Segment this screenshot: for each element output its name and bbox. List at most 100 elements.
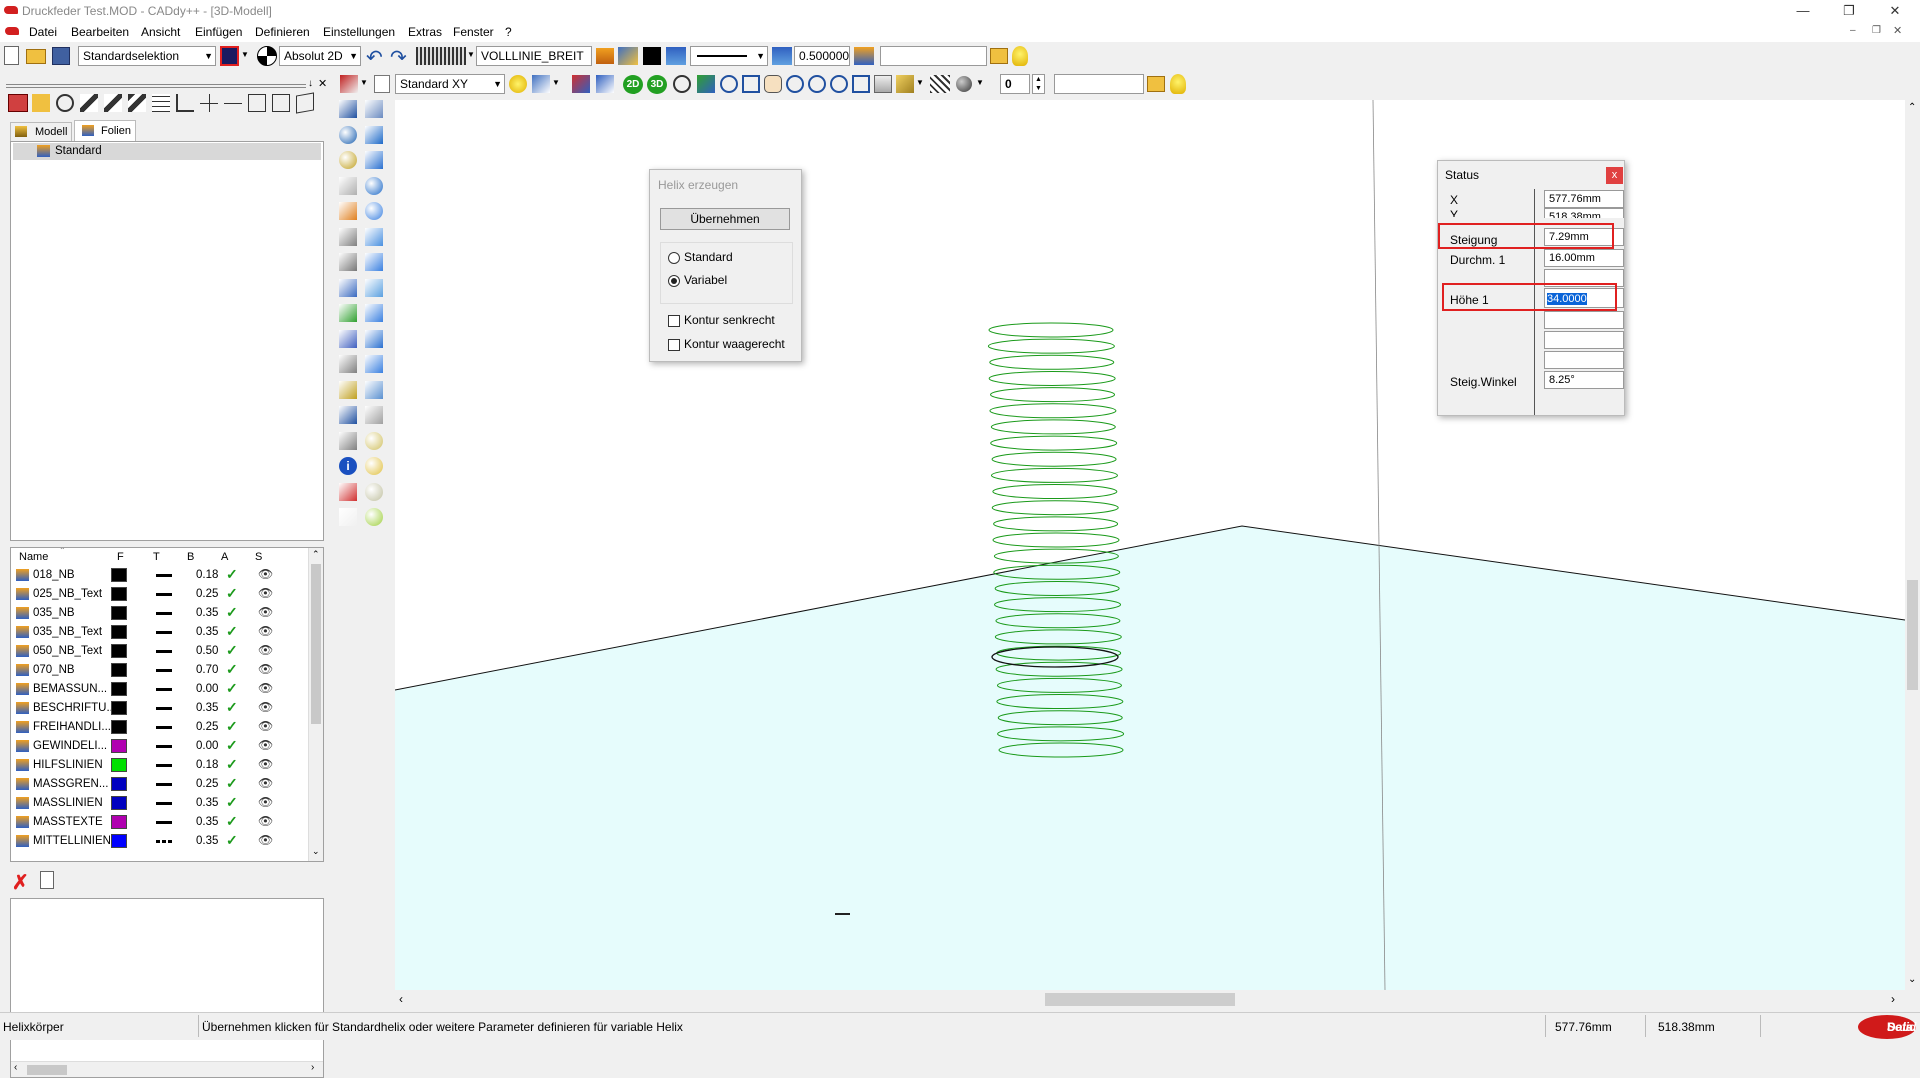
tree-item-standard[interactable]: Standard [13,143,321,160]
layer-visible-eye-icon[interactable]: 👁 [258,719,273,733]
layer-row[interactable]: HILFSLINIEN 0.18 ✓ 👁 [11,756,311,775]
col-b[interactable]: B [187,551,194,563]
grid-dropdown-icon[interactable]: ▼ [467,50,475,59]
menu-ansicht[interactable]: Ansicht [141,25,180,39]
layer-color-swatch[interactable] [111,587,127,601]
menu-extras[interactable]: Extras [408,25,442,39]
menu-einstellungen[interactable]: Einstellungen [323,25,395,39]
hscroll-thumb[interactable] [1045,993,1235,1006]
cube-view-icon[interactable] [697,75,715,93]
mdi-minimize-icon[interactable]: – [1850,25,1856,36]
box-render-icon[interactable] [896,75,914,93]
menu-datei[interactable]: Datei [29,25,57,39]
layer-color-icon[interactable] [618,47,638,65]
status-close-button[interactable]: x [1606,167,1623,184]
coord-mode-select[interactable]: Absolut 2D ▼ [279,46,361,66]
linewidth-layers-icon[interactable] [772,47,792,65]
drawing-viewport[interactable]: Helix erzeugen Übernehmen Standard Varia… [395,100,1905,990]
bevel-icon[interactable] [365,355,383,373]
layer-color-swatch[interactable] [111,834,127,848]
revolve-icon[interactable] [365,253,383,271]
layer-visible-eye-icon[interactable]: 👁 [258,567,273,581]
mdi-close-icon[interactable]: ✕ [1893,24,1902,37]
panel-close-icon[interactable]: ✕ [318,77,327,90]
line-width-field[interactable]: 0.500000 [794,46,850,66]
linestyle-select[interactable]: ▼ [690,46,768,66]
layer-active-check-icon[interactable]: ✓ [226,661,238,678]
linetype-name-field[interactable]: VOLLLINIE_BREIT [476,46,592,66]
value-empty-4[interactable] [1544,351,1624,369]
close-icon[interactable]: ✕ [1872,0,1918,22]
col-a[interactable]: A [221,551,228,563]
counter-field[interactable]: 0 [1000,74,1030,94]
layer-width[interactable]: 0.25 [196,721,218,733]
layer-linetype[interactable] [156,631,172,634]
layer-row[interactable]: 018_NB 0.18 ✓ 👁 [11,566,311,585]
dimension-icon[interactable] [339,253,357,271]
layer-color-swatch[interactable] [111,625,127,639]
layer-width[interactable]: 0.35 [196,626,218,638]
layer-linetype[interactable] [156,593,172,596]
layer-visible-eye-icon[interactable]: 👁 [258,833,273,847]
layer-visible-eye-icon[interactable]: 👁 [258,814,273,828]
zoom-in-icon[interactable] [720,75,738,93]
page-icon[interactable] [374,75,390,93]
menu-definieren[interactable]: Definieren [255,25,310,39]
layer-row[interactable]: BESCHRIFTU... 0.35 ✓ 👁 [11,699,311,718]
viewport-hscroll[interactable]: ‹ › [395,990,1905,1010]
layer-linetype[interactable] [156,707,172,710]
layer-visible-eye-icon[interactable]: 👁 [258,757,273,771]
shade-icon[interactable] [365,431,383,450]
menu-help[interactable]: ? [505,25,512,39]
sphere-yellow-icon[interactable] [365,457,383,475]
menu-fenster[interactable]: Fenster [453,25,494,39]
fillet-icon[interactable] [365,380,383,399]
layer-active-check-icon[interactable]: ✓ [226,775,238,792]
layer-visible-eye-icon[interactable]: 👁 [258,643,273,657]
sweep-icon[interactable] [365,278,383,297]
pencil-icon[interactable] [80,94,98,112]
layer-active-check-icon[interactable]: ✓ [226,832,238,849]
layer-color-swatch[interactable] [111,815,127,829]
open-folder-icon[interactable] [26,49,46,64]
crosshair-icon[interactable] [200,94,218,112]
hscroll-left-icon[interactable]: ‹ [14,1062,17,1073]
table-icon[interactable] [152,94,170,112]
layer-row[interactable]: BEMASSUN... 0.00 ✓ 👁 [11,680,311,699]
layer-row[interactable]: 025_NB_Text 0.25 ✓ 👁 [11,585,311,604]
circle-tool-icon[interactable] [339,151,357,169]
hatch-grid-icon[interactable] [930,75,950,93]
layer-row[interactable]: MASSTEXTE 0.35 ✓ 👁 [11,813,311,832]
layer-width[interactable]: 0.35 [196,607,218,619]
dim-line-icon[interactable] [224,94,242,112]
layer-row[interactable]: GEWINDELI... 0.00 ✓ 👁 [11,737,311,756]
sphere-dropdown-icon[interactable]: ▼ [976,78,984,87]
delete-red-icon[interactable]: ✗ [12,870,29,895]
pencil-red-icon[interactable] [340,75,358,93]
torus-icon[interactable] [365,202,383,220]
lightbulb-icon[interactable] [1012,46,1028,66]
dot-grid-icon[interactable] [339,329,357,348]
counter-spinner[interactable]: ▲ ▼ [1032,74,1045,94]
hscroll-right-icon[interactable]: › [311,1062,314,1073]
select-frame-dropdown-icon[interactable]: ▼ [241,50,249,59]
layer-visible-eye-icon[interactable]: 👁 [258,681,273,695]
layer-width[interactable]: 0.35 [196,797,218,809]
pen-tool-icon[interactable] [572,75,590,93]
new-file-icon[interactable] [4,46,19,65]
layer-visible-eye-icon[interactable]: 👁 [258,586,273,600]
layer-width[interactable]: 0.35 [196,816,218,828]
redo-icon[interactable]: ↷ [390,45,407,70]
layer-width[interactable]: 0.25 [196,588,218,600]
box-3d-icon[interactable] [248,94,266,112]
layer-active-check-icon[interactable]: ✓ [226,699,238,716]
clock-icon[interactable] [56,94,74,112]
menu-einfuegen[interactable]: Einfügen [195,25,242,39]
layer-visible-eye-icon[interactable]: 👁 [258,605,273,619]
layer-color-swatch[interactable] [111,663,127,677]
value-x[interactable]: 577.76mm [1544,190,1624,208]
layer-linetype[interactable] [156,783,172,786]
layer-visible-eye-icon[interactable]: 👁 [258,700,273,714]
vscroll-up-arrow-icon[interactable]: ⌃ [1908,102,1916,113]
layer-row[interactable]: 035_NB_Text 0.35 ✓ 👁 [11,623,311,642]
